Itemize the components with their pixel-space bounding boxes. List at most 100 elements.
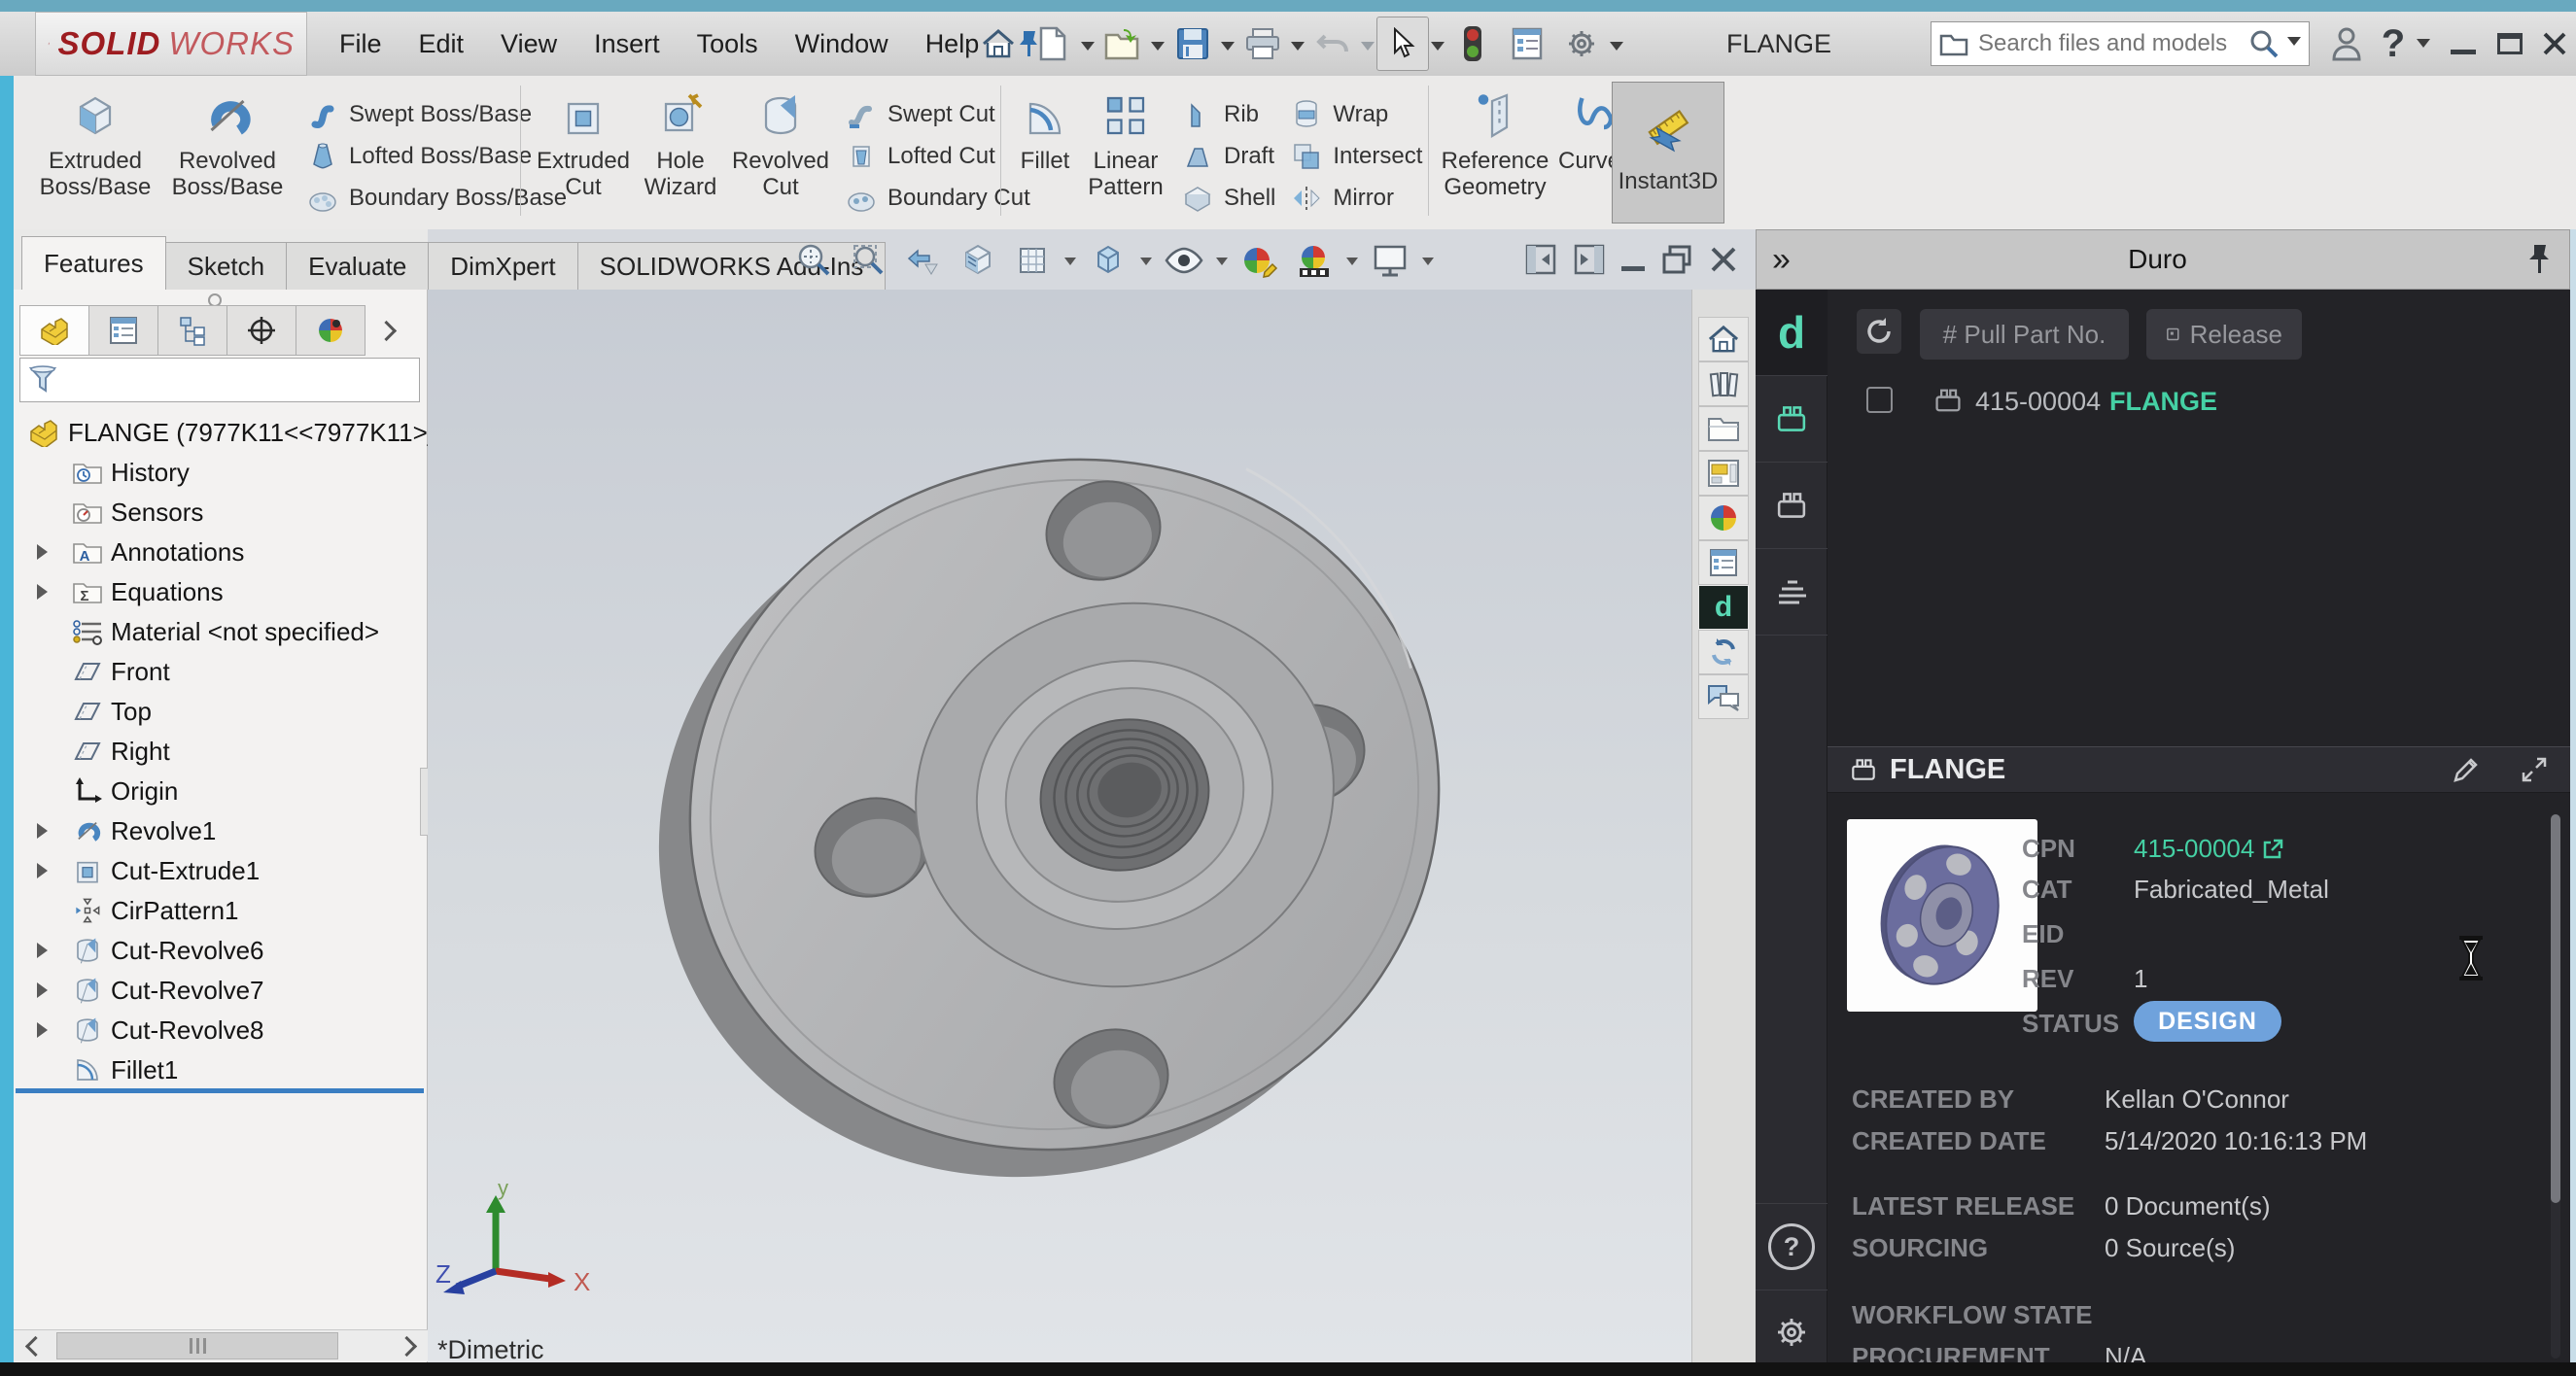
tab-dimxpert-manager[interactable] bbox=[226, 305, 296, 356]
draft-button[interactable]: Draft bbox=[1180, 137, 1275, 175]
view-palette-icon[interactable] bbox=[1698, 451, 1749, 496]
display-style-dropdown[interactable] bbox=[1140, 258, 1152, 271]
tree-horizontal-scrollbar[interactable] bbox=[14, 1329, 428, 1361]
home-tab-icon[interactable] bbox=[1698, 317, 1749, 361]
tab-configuration-manager[interactable] bbox=[157, 305, 227, 356]
sync-icon[interactable] bbox=[1698, 630, 1749, 674]
edit-pencil-icon[interactable] bbox=[2452, 755, 2481, 784]
file-properties-button[interactable] bbox=[1501, 17, 1553, 71]
shell-button[interactable]: Shell bbox=[1180, 179, 1275, 217]
design-library-icon[interactable] bbox=[1698, 361, 1749, 406]
print-dropdown[interactable] bbox=[1291, 42, 1305, 57]
tree-item-origin[interactable]: Origin bbox=[14, 772, 428, 810]
revolved-cut-button[interactable]: Revolved Cut bbox=[727, 82, 834, 200]
duro-scrollbar[interactable] bbox=[2551, 814, 2560, 1359]
pin-panel-icon[interactable] bbox=[2524, 243, 2554, 276]
doc-minimize-icon[interactable] bbox=[1621, 266, 1645, 271]
expand-arrow[interactable] bbox=[37, 943, 55, 958]
minimize-button[interactable] bbox=[2438, 12, 2489, 76]
hide-show-dropdown[interactable] bbox=[1216, 258, 1228, 271]
tab-features[interactable]: Features bbox=[21, 236, 166, 290]
hide-show-items-icon[interactable] bbox=[1162, 238, 1206, 283]
help-dropdown[interactable] bbox=[2417, 39, 2430, 54]
tree-item-cut-extrude1[interactable]: Cut-Extrude1 bbox=[14, 851, 428, 890]
tab-sketch[interactable]: Sketch bbox=[165, 242, 288, 290]
fillet-button[interactable]: Fillet bbox=[1011, 82, 1079, 174]
previous-view-icon[interactable] bbox=[901, 238, 946, 283]
view-settings-dropdown[interactable] bbox=[1422, 258, 1434, 271]
menu-view[interactable]: View bbox=[482, 12, 575, 76]
duro-part-tab-icon[interactable] bbox=[1756, 376, 1828, 463]
tree-item-material[interactable]: Material <not specified> bbox=[14, 612, 428, 651]
apply-scene-dropdown[interactable] bbox=[1346, 258, 1358, 271]
cpn-value-link[interactable]: 415-00004 bbox=[2134, 834, 2283, 864]
menu-edit[interactable]: Edit bbox=[400, 12, 483, 76]
appearances-scenes-icon[interactable] bbox=[1698, 496, 1749, 540]
menu-file[interactable]: File bbox=[321, 12, 400, 76]
revolved-boss-button[interactable]: Revolved Boss/Base bbox=[161, 82, 294, 200]
custom-properties-icon[interactable] bbox=[1698, 540, 1749, 585]
rib-button[interactable]: Rib bbox=[1180, 95, 1275, 133]
edit-appearance-icon[interactable] bbox=[1237, 238, 1282, 283]
view-settings-icon[interactable] bbox=[1368, 238, 1412, 283]
tab-display-manager[interactable] bbox=[296, 305, 366, 356]
graphics-viewport[interactable]: y X Z *Dimetric bbox=[428, 290, 1691, 1362]
close-button[interactable] bbox=[2529, 12, 2576, 76]
menu-insert[interactable]: Insert bbox=[575, 12, 679, 76]
wrap-button[interactable]: Wrap bbox=[1289, 95, 1422, 133]
duro-sort-tab-icon[interactable] bbox=[1756, 549, 1828, 636]
tab-feature-tree[interactable] bbox=[19, 305, 89, 356]
rebuild-button[interactable] bbox=[1446, 17, 1499, 71]
duro-tab-icon[interactable]: d bbox=[1698, 585, 1749, 630]
new-document-dropdown[interactable] bbox=[1081, 42, 1095, 57]
duro-scrollbar-thumb[interactable] bbox=[2551, 814, 2560, 1203]
print-button[interactable] bbox=[1236, 17, 1289, 71]
open-button[interactable] bbox=[1097, 17, 1149, 71]
view-orientation-dropdown[interactable] bbox=[1064, 258, 1076, 271]
duro-logo[interactable]: d bbox=[1756, 290, 1828, 376]
expand-arrow[interactable] bbox=[37, 1022, 55, 1038]
tree-filter-box[interactable] bbox=[19, 358, 420, 402]
extruded-boss-button[interactable]: Extruded Boss/Base bbox=[29, 82, 161, 200]
zoom-area-icon[interactable] bbox=[847, 238, 891, 283]
tree-item-equations[interactable]: Σ Equations bbox=[14, 572, 428, 611]
section-view-icon[interactable] bbox=[956, 238, 1000, 283]
part-row-name-link[interactable]: FLANGE bbox=[2109, 387, 2217, 417]
scrollbar-thumb[interactable] bbox=[56, 1332, 338, 1359]
duro-help-icon[interactable]: ? bbox=[1756, 1203, 1828, 1290]
tree-item-cut-revolve8[interactable]: Cut-Revolve8 bbox=[14, 1011, 428, 1049]
apply-scene-icon[interactable] bbox=[1292, 238, 1337, 283]
tab-property-manager[interactable] bbox=[88, 305, 158, 356]
reference-geometry-button[interactable]: Reference Geometry bbox=[1437, 82, 1553, 200]
release-button[interactable]: Release bbox=[2146, 309, 2302, 360]
tree-item-sensors[interactable]: Sensors bbox=[14, 493, 428, 532]
tab-evaluate[interactable]: Evaluate bbox=[286, 242, 429, 290]
part-row-checkbox[interactable] bbox=[1866, 387, 1893, 413]
extruded-cut-button[interactable]: Extruded Cut bbox=[533, 82, 634, 200]
undo-dropdown[interactable] bbox=[1361, 42, 1375, 57]
lofted-boss-button[interactable]: Lofted Boss/Base bbox=[305, 137, 567, 175]
show-left-pane-icon[interactable] bbox=[1524, 243, 1557, 276]
boundary-cut-button[interactable]: Boundary Cut bbox=[844, 179, 1030, 217]
new-document-button[interactable] bbox=[1027, 17, 1079, 71]
part-row-number[interactable]: 415-00004 bbox=[1975, 387, 2101, 417]
help-button[interactable]: ? bbox=[2368, 12, 2419, 76]
display-style-icon[interactable] bbox=[1086, 238, 1131, 283]
tree-item-fillet1[interactable]: Fillet1 bbox=[14, 1050, 428, 1089]
tree-item-cut-revolve7[interactable]: Cut-Revolve7 bbox=[14, 971, 428, 1010]
tree-root-flange[interactable]: FLANGE (7977K11<<7977K11>_Displa bbox=[14, 413, 428, 452]
tab-overflow-button[interactable] bbox=[365, 305, 407, 356]
refresh-button[interactable] bbox=[1857, 309, 1901, 354]
menu-window[interactable]: Window bbox=[777, 12, 907, 76]
tree-item-revolve1[interactable]: Revolve1 bbox=[14, 811, 428, 850]
login-user-icon[interactable] bbox=[2321, 12, 2372, 76]
select-dropdown[interactable] bbox=[1431, 42, 1445, 57]
hole-wizard-button[interactable]: Hole Wizard bbox=[634, 82, 727, 200]
expand-panel-icon[interactable] bbox=[2520, 755, 2549, 784]
search-icon[interactable] bbox=[2248, 28, 2280, 59]
intersect-button[interactable]: Intersect bbox=[1289, 137, 1422, 175]
tree-item-right-plane[interactable]: Right bbox=[14, 732, 428, 771]
tree-item-cut-revolve6[interactable]: Cut-Revolve6 bbox=[14, 931, 428, 970]
scroll-left-icon[interactable] bbox=[16, 1332, 54, 1359]
collapse-panel-button[interactable]: » bbox=[1772, 241, 1791, 279]
